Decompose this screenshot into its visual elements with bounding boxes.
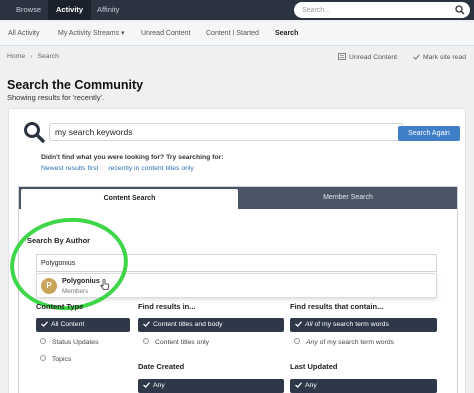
topics-label: Topics <box>52 356 72 363</box>
subnav-search[interactable]: Search <box>275 22 298 46</box>
author-suggestion-dropdown[interactable]: P Polygonius Members <box>36 273 437 298</box>
hand-pointer-icon <box>100 279 110 290</box>
radio-icon <box>40 338 46 344</box>
keywords-field <box>49 123 403 141</box>
tab-bar: Content Search Member Search <box>19 187 457 209</box>
contain-all-words[interactable]: All of my search term words <box>290 318 437 332</box>
unread-content-link[interactable]: Unread Content <box>338 53 397 61</box>
tab-member-search[interactable]: Member Search <box>241 187 455 209</box>
search-again-button[interactable]: Search Again <box>398 126 460 141</box>
breadcrumb-search: Search <box>37 53 59 60</box>
content-type-heading: Content Type <box>36 302 84 311</box>
nav-browse[interactable]: Browse <box>8 0 49 20</box>
content-type-status-updates[interactable]: Status Updates <box>40 336 98 350</box>
global-search-input[interactable] <box>302 4 452 16</box>
page-subtitle: Showing results for 'recently'. <box>7 93 105 102</box>
newest-results-link[interactable]: Newest results first <box>41 165 98 172</box>
radio-icon <box>40 355 46 361</box>
suggestion-group: Members <box>62 288 89 295</box>
all-emphasis: All <box>305 321 313 328</box>
nav-affinity[interactable]: Affinity <box>89 0 127 20</box>
last-updated-any[interactable]: Any <box>290 379 437 393</box>
author-field <box>36 254 437 272</box>
titles-only-label: Content titles only <box>155 339 210 346</box>
search-panel: Search Again Didn't find what you were l… <box>8 108 466 393</box>
suggestion-name: Polygonius <box>62 278 100 285</box>
breadcrumb-actions: Unread Content Mark site read <box>324 53 466 61</box>
all-words-label: of my search term words <box>312 321 389 328</box>
titles-body-label: Content titles and body <box>153 321 223 328</box>
check-icon <box>143 382 150 388</box>
chevron-right-icon: › <box>30 53 33 60</box>
status-updates-label: Status Updates <box>52 339 99 346</box>
avatar: P <box>41 278 57 294</box>
activity-subnav: All Activity My Activity Streams ▾ Unrea… <box>0 22 474 46</box>
subnav-content-i-started[interactable]: Content I Started <box>206 22 259 46</box>
breadcrumb: Home › Search <box>7 53 59 60</box>
date-created-heading: Date Created <box>138 362 185 371</box>
date-created-any-label: Any <box>153 382 165 389</box>
date-created-any[interactable]: Any <box>138 379 284 393</box>
page-title: Search the Community <box>7 78 144 92</box>
subnav-all-activity[interactable]: All Activity <box>8 22 40 46</box>
check-icon <box>143 321 150 327</box>
mark-site-read-link[interactable]: Mark site read <box>413 54 466 61</box>
breadcrumb-home[interactable]: Home <box>7 53 25 60</box>
any-words-label: of my search term words <box>317 339 395 346</box>
last-updated-heading: Last Updated <box>290 362 338 371</box>
keywords-input[interactable] <box>50 124 402 140</box>
content-type-all-label: All Content <box>51 321 85 328</box>
titles-only-link[interactable]: recently in content titles only <box>108 165 193 172</box>
unread-content-label: Unread Content <box>349 54 398 61</box>
global-search-box <box>294 2 470 18</box>
nav-activity[interactable]: Activity <box>48 0 92 20</box>
search-suggestions: Newest results first recently in content … <box>41 165 194 172</box>
check-icon <box>41 321 48 327</box>
check-icon <box>295 382 302 388</box>
top-navigation-bar: Browse Activity Affinity <box>0 0 474 20</box>
last-updated-any-label: Any <box>305 382 317 389</box>
unread-icon <box>338 53 346 60</box>
find-in-titles-only[interactable]: Content titles only <box>143 336 209 350</box>
contain-any-words[interactable]: Any of my search term words <box>294 336 394 350</box>
contain-heading: Find results that contain... <box>290 302 384 311</box>
tab-content-search[interactable]: Content Search <box>21 189 238 209</box>
find-in-titles-body[interactable]: Content titles and body <box>138 318 284 332</box>
content-type-topics[interactable]: Topics <box>40 353 71 367</box>
find-in-heading: Find results in... <box>138 302 196 311</box>
subnav-my-activity-streams[interactable]: My Activity Streams ▾ <box>58 22 125 46</box>
search-hint: Didn't find what you were looking for? T… <box>41 154 224 161</box>
author-input[interactable] <box>37 255 436 271</box>
radio-icon <box>294 338 300 344</box>
any-emphasis: Any <box>306 339 318 346</box>
search-icon <box>24 122 45 143</box>
mark-site-read-label: Mark site read <box>422 54 466 61</box>
check-icon <box>413 54 420 60</box>
content-type-all[interactable]: All Content <box>36 318 130 332</box>
check-icon <box>295 321 302 327</box>
author-label: Search By Author <box>27 236 91 245</box>
subnav-unread-content[interactable]: Unread Content <box>141 22 190 46</box>
search-icon[interactable] <box>455 5 465 15</box>
radio-icon <box>143 338 149 344</box>
